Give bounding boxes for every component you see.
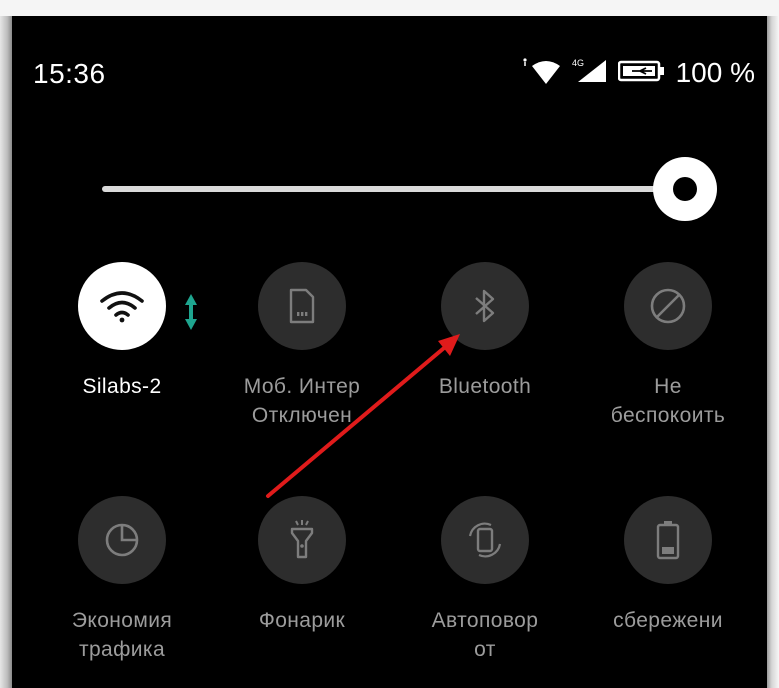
status-bar: 15:36 4G 100 % <box>12 16 767 116</box>
tile-flashlight-button[interactable] <box>258 496 346 584</box>
tile-bluetooth-label: Bluetooth <box>438 375 532 398</box>
flashlight-icon <box>290 520 314 559</box>
battery-icon <box>656 521 680 560</box>
quick-settings-panel: 15:36 4G 100 % Silabs-2 Моб. Интер Отклю… <box>12 16 767 688</box>
wifi-data-activity-icon <box>184 292 198 337</box>
tile-battery-saver-label: сбережени <box>613 609 723 632</box>
tile-wifi-label: Silabs-2 <box>82 375 162 398</box>
tile-autorotate-label: Автоповор от <box>431 609 539 661</box>
brightness-slider-thumb[interactable] <box>652 157 717 221</box>
window-left-border <box>0 16 12 688</box>
tile-bluetooth[interactable]: Bluetooth <box>395 262 575 432</box>
status-time: 15:36 <box>33 58 106 89</box>
status-icons: 4G 100 % <box>520 55 755 91</box>
tile-data-saver[interactable]: Экономия трафика <box>32 496 212 666</box>
tile-data-saver-button[interactable] <box>78 496 166 584</box>
tile-mobile-data[interactable]: Моб. Интер Отключен <box>212 262 392 432</box>
tile-data-saver-label: Экономия трафика <box>71 609 173 661</box>
tile-bluetooth-button[interactable] <box>441 262 529 350</box>
battery-charging-icon <box>617 59 666 88</box>
tile-autorotate-button[interactable] <box>441 496 529 584</box>
tile-battery-saver[interactable]: сбережени <box>578 496 758 666</box>
tile-mobile-data-label: Моб. Интер Отключен <box>243 375 361 427</box>
tile-wifi-button[interactable] <box>78 262 166 350</box>
tile-wifi[interactable]: Silabs-2 <box>32 262 212 432</box>
cellular-signal-icon: 4G <box>572 56 608 91</box>
tile-flashlight[interactable]: Фонарик <box>212 496 392 666</box>
rotate-icon <box>468 522 502 558</box>
tile-autorotate[interactable]: Автоповор от <box>395 496 575 666</box>
bluetooth-icon <box>475 289 495 323</box>
wifi-icon <box>100 291 144 323</box>
brightness-slider[interactable] <box>102 157 728 221</box>
brightness-slider-track[interactable] <box>102 186 692 192</box>
tile-do-not-disturb-button[interactable] <box>624 262 712 350</box>
tile-do-not-disturb[interactable]: Не беспокоить <box>578 262 758 432</box>
tile-battery-saver-button[interactable] <box>624 496 712 584</box>
do-not-disturb-icon <box>650 288 686 324</box>
tile-mobile-data-button[interactable] <box>258 262 346 350</box>
sim-card-icon <box>289 288 315 324</box>
network-type-label: 4G <box>572 58 584 68</box>
tile-do-not-disturb-label: Не беспокоить <box>610 375 726 427</box>
window-right-border <box>767 16 779 688</box>
wifi-signal-icon <box>520 56 562 91</box>
battery-percentage: 100 % <box>675 57 755 88</box>
tile-flashlight-label: Фонарик <box>258 609 346 632</box>
pie-chart-icon <box>105 523 139 557</box>
window-top-border <box>0 0 779 16</box>
